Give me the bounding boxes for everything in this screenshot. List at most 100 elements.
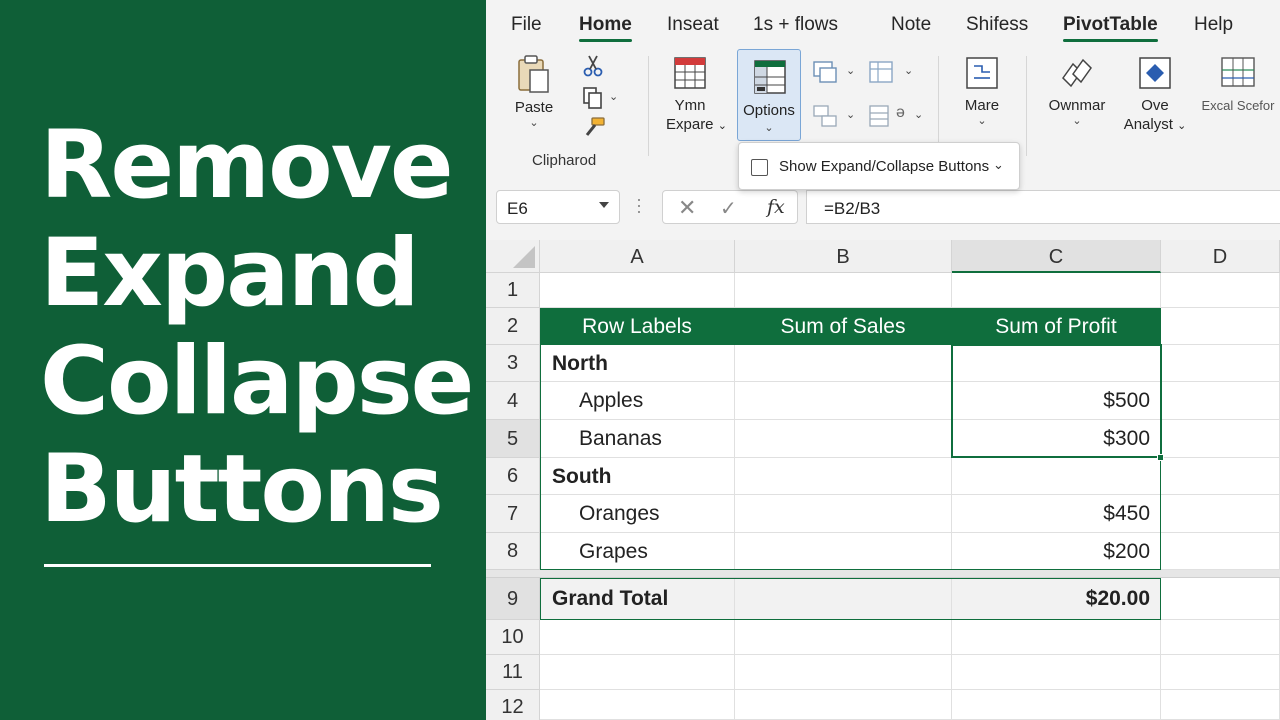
cell-b11[interactable] [735,655,952,690]
tab-insert[interactable]: Inseat [667,14,719,36]
cell-a1[interactable] [540,273,735,308]
row-header-10[interactable]: 10 [486,620,540,655]
cancel-icon[interactable]: ✕ [678,195,696,221]
cell-c1[interactable] [952,273,1161,308]
cell-c6[interactable] [952,458,1161,495]
tab-flows[interactable]: 1s + flows [753,14,838,36]
cell-d1[interactable] [1161,273,1280,308]
pivot-header-row-labels[interactable]: Row Labels [540,308,735,345]
pivot-grand-total-profit[interactable]: $20.00 [952,578,1161,620]
cell-b12[interactable] [735,690,952,720]
column-header-b[interactable]: B [735,240,952,273]
cell-a12[interactable] [540,690,735,720]
insert-function-icon[interactable]: fx [767,196,785,218]
options-button[interactable]: Options ⌄ [737,49,801,141]
cell-d12[interactable] [1161,690,1280,720]
formula-input[interactable]: =B2/B3 [806,190,1280,224]
cell-d9[interactable] [1161,578,1280,620]
tab-home[interactable]: Home [579,14,632,42]
cell-c12[interactable] [952,690,1161,720]
row-header-7[interactable]: 7 [486,495,540,533]
tab-help[interactable]: Help [1194,14,1233,36]
cell-a10[interactable] [540,620,735,655]
column-header-d[interactable]: D [1161,240,1280,273]
caret-down-icon[interactable] [599,202,609,208]
pivot-value-oranges-profit[interactable]: $450 [952,495,1161,533]
row-header-5[interactable]: 5 [486,420,540,458]
cell-b10[interactable] [735,620,952,655]
row-header-8[interactable]: 8 [486,533,540,570]
row-header-9[interactable]: 9 [486,578,540,620]
paste-button[interactable]: Paste ⌄ [510,54,558,129]
cell-d4[interactable] [1161,382,1280,420]
ownmar-button[interactable]: Ownmar ⌄ [1046,56,1108,127]
cell-b6[interactable] [735,458,952,495]
confirm-icon[interactable]: ✓ [720,196,737,221]
tab-file[interactable]: File [511,14,542,36]
pivot-item-grapes[interactable]: Grapes [540,533,735,570]
headers-icon[interactable] [868,60,894,84]
chevron-down-icon[interactable]: ⌄ [993,157,1004,173]
cell-d5[interactable] [1161,420,1280,458]
column-header-c[interactable]: C [952,240,1161,273]
row-header-11[interactable]: 11 [486,655,540,690]
more-button[interactable]: Mare ⌄ [960,56,1004,127]
cut-icon[interactable] [582,54,604,78]
row-header-4[interactable]: 4 [486,382,540,420]
chevron-down-icon[interactable]: ⌄ [914,108,923,121]
cell-d2[interactable] [1161,308,1280,345]
cell-d3[interactable] [1161,345,1280,382]
chevron-down-icon[interactable]: ⌄ [846,108,855,121]
pivot-grand-total-label[interactable]: Grand Total [540,578,735,620]
cell-a11[interactable] [540,655,735,690]
cell-d6[interactable] [1161,458,1280,495]
chevron-down-icon[interactable]: ⌄ [904,64,913,77]
cell-b4[interactable] [735,382,952,420]
tab-shifess[interactable]: Shifess [966,14,1028,36]
pivot-item-bananas[interactable]: Bananas [540,420,735,458]
show-expand-collapse-label[interactable]: Show Expand/Collapse Buttons [779,158,989,175]
pivot-value-grapes-profit[interactable]: $200 [952,533,1161,570]
name-box[interactable]: E6 [496,190,620,224]
group-field-icon[interactable] [812,104,838,128]
copy-icon[interactable] [582,86,604,110]
cell-c11[interactable] [952,655,1161,690]
pivot-item-oranges[interactable]: Oranges [540,495,735,533]
pivot-value-bananas-profit[interactable]: $300 [952,420,1161,458]
subtotals-icon[interactable] [868,104,894,128]
chevron-down-icon[interactable]: ⌄ [846,64,855,77]
row-header-3[interactable]: 3 [486,345,540,382]
cell-c3[interactable] [952,345,1161,382]
pivot-group-south[interactable]: South [540,458,735,495]
show-expand-collapse-checkbox[interactable] [751,159,768,176]
row-header-6[interactable]: 6 [486,458,540,495]
format-painter-icon[interactable] [582,116,606,138]
cell-b3[interactable] [735,345,952,382]
cell-c10[interactable] [952,620,1161,655]
pivot-item-apples[interactable]: Apples [540,382,735,420]
analyst-button[interactable]: Ove Analyst ⌄ [1122,56,1188,136]
cell-d11[interactable] [1161,655,1280,690]
field-list-icon[interactable] [812,60,838,84]
pivot-group-north[interactable]: North [540,345,735,382]
pivot-value-apples-profit[interactable]: $500 [952,382,1161,420]
select-all-button[interactable] [486,240,540,273]
cell-d8[interactable] [1161,533,1280,570]
cell-b5[interactable] [735,420,952,458]
column-header-a[interactable]: A [540,240,735,273]
tab-note[interactable]: Note [891,14,931,36]
cell-d10[interactable] [1161,620,1280,655]
row-header-1[interactable]: 1 [486,273,540,308]
row-header-2[interactable]: 2 [486,308,540,345]
chevron-down-icon[interactable]: ⌄ [609,90,618,103]
pivot-header-sum-of-profit[interactable]: Sum of Profit [952,308,1161,345]
tab-pivottable[interactable]: PivotTable [1063,14,1158,42]
cell-b9[interactable] [735,578,952,620]
fill-handle[interactable] [1157,454,1164,461]
cell-b7[interactable] [735,495,952,533]
expand-button[interactable]: Ymn Expare ⌄ [666,56,727,136]
pivot-header-sum-of-sales[interactable]: Sum of Sales [735,308,952,345]
cell-b8[interactable] [735,533,952,570]
cell-b1[interactable] [735,273,952,308]
excel-scefor-button[interactable]: Excal Scefor [1198,56,1278,115]
